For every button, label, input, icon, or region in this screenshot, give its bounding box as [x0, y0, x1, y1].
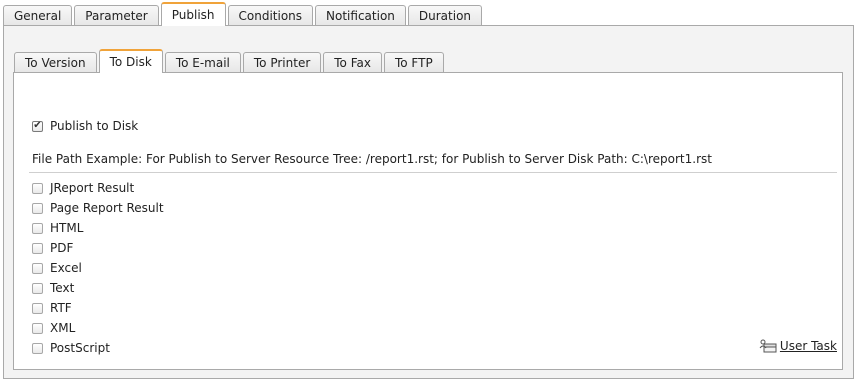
- format-xml[interactable]: XML: [32, 320, 75, 336]
- format-label: HTML: [50, 221, 84, 235]
- format-checkbox[interactable]: [32, 202, 43, 214]
- tab-to-fax[interactable]: To Fax: [323, 52, 382, 73]
- format-checkbox[interactable]: [32, 282, 43, 294]
- format-label: PostScript: [50, 341, 110, 355]
- tab-duration[interactable]: Duration: [407, 5, 483, 26]
- format-page-report-result[interactable]: Page Report Result: [32, 200, 164, 216]
- format-checkbox[interactable]: [32, 182, 43, 194]
- format-checkbox[interactable]: [32, 262, 43, 274]
- format-label: JReport Result: [50, 181, 135, 195]
- format-checkbox[interactable]: [32, 342, 43, 354]
- file-path-example: File Path Example: For Publish to Server…: [32, 152, 712, 166]
- publish-to-disk-row[interactable]: ✔ Publish to Disk: [32, 118, 138, 134]
- divider: [29, 172, 837, 173]
- format-html[interactable]: HTML: [32, 220, 83, 236]
- tab-conditions[interactable]: Conditions: [227, 5, 314, 26]
- format-pdf[interactable]: PDF: [32, 240, 73, 256]
- tab-general[interactable]: General: [3, 5, 73, 26]
- format-label: PDF: [50, 241, 74, 255]
- format-checkbox[interactable]: [32, 242, 43, 254]
- format-excel[interactable]: Excel: [32, 260, 82, 276]
- format-postscript[interactable]: PostScript: [32, 340, 110, 356]
- schedule-dialog: General Parameter Publish Conditions Not…: [0, 0, 858, 383]
- tab-parameter[interactable]: Parameter: [74, 5, 159, 26]
- user-task-label[interactable]: User Task: [780, 339, 837, 353]
- format-jreport-result[interactable]: JReport Result: [32, 180, 134, 196]
- user-task-link[interactable]: User Task: [759, 339, 837, 353]
- format-label: Page Report Result: [50, 201, 164, 215]
- format-text[interactable]: Text: [32, 280, 74, 296]
- tab-to-printer[interactable]: To Printer: [242, 52, 322, 73]
- format-checkbox[interactable]: [32, 302, 43, 314]
- tab-notification[interactable]: Notification: [315, 5, 406, 26]
- publish-to-disk-checkbox[interactable]: ✔: [32, 120, 43, 132]
- format-label: XML: [50, 321, 76, 335]
- user-task-icon[interactable]: [759, 339, 777, 353]
- format-checkbox[interactable]: [32, 222, 43, 234]
- format-label: Excel: [50, 261, 82, 275]
- publish-to-disk-label: Publish to Disk: [50, 119, 139, 133]
- tab-to-version[interactable]: To Version: [14, 52, 97, 73]
- format-rtf[interactable]: RTF: [32, 300, 72, 316]
- publish-panel: To Version To Disk To E-mail To Printer …: [3, 25, 854, 379]
- format-label: RTF: [50, 301, 72, 315]
- tab-publish[interactable]: Publish: [160, 2, 226, 26]
- tab-to-disk[interactable]: To Disk: [98, 49, 163, 73]
- to-disk-panel: ✔ Publish to Disk File Path Example: For…: [13, 72, 843, 370]
- format-label: Text: [50, 281, 75, 295]
- tab-to-email[interactable]: To E-mail: [164, 52, 241, 73]
- tab-to-ftp[interactable]: To FTP: [383, 52, 444, 73]
- outer-tab-bar: General Parameter Publish Conditions Not…: [3, 2, 855, 26]
- inner-tab-bar: To Version To Disk To E-mail To Printer …: [14, 48, 446, 73]
- format-checkbox[interactable]: [32, 322, 43, 334]
